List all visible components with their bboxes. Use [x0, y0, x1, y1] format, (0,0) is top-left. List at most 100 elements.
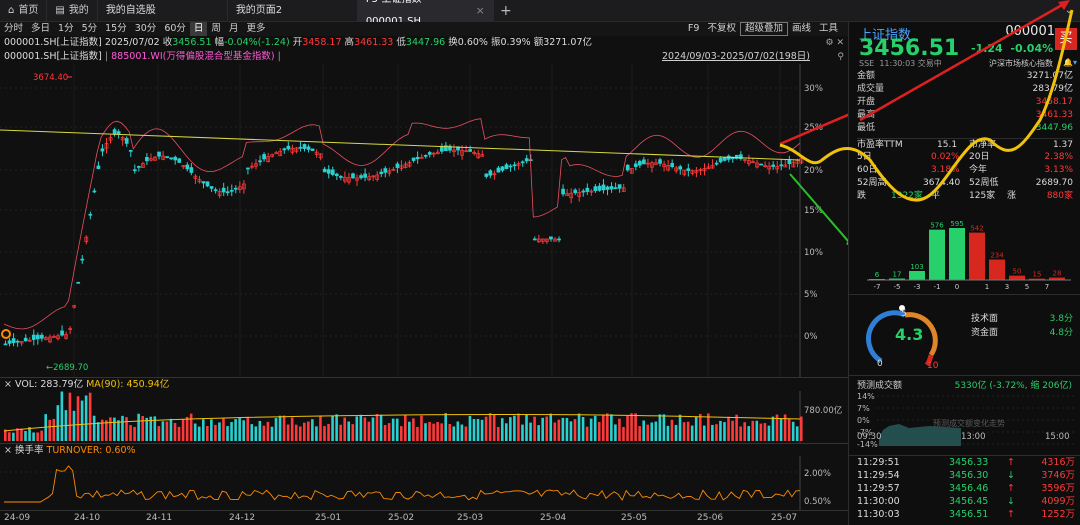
x-tick: 25-02 — [388, 513, 415, 523]
candle-body — [411, 157, 416, 161]
prediction-chart: 14%7%0%-7%-14%预测成交额变化走势 — [857, 392, 1077, 449]
candlestick-chart[interactable]: 30%25%20%15%10%5%0%3674.40←2689.70 — [0, 64, 848, 377]
overlay-button[interactable]: 超级叠加 — [739, 22, 788, 36]
tab-watchlist[interactable]: 我的自选股 — [98, 0, 228, 22]
volume-bar — [597, 421, 601, 441]
candle-body — [31, 334, 36, 340]
x-tick: 24-11 — [146, 513, 173, 523]
volume-bar — [258, 420, 262, 441]
period-30m[interactable]: 30分 — [131, 22, 161, 36]
zoom-icon[interactable]: ⚲ — [837, 50, 844, 64]
w52h-value: 3674.40 — [923, 178, 961, 188]
tab-sh-index[interactable]: F5-上证指数 000001.SH× — [357, 0, 494, 27]
buy-button[interactable]: 买 — [1055, 28, 1077, 50]
distribution-bucket: 0 — [955, 283, 959, 291]
exchange: SSE — [859, 59, 875, 68]
period-5m[interactable]: 5分 — [78, 22, 102, 36]
close-icon[interactable]: × — [476, 0, 485, 22]
candle-body — [112, 129, 117, 135]
f9-button[interactable]: F9 — [684, 22, 704, 36]
candle-body — [427, 152, 432, 155]
volume-bar — [464, 426, 468, 441]
volume-bar — [383, 425, 387, 441]
volume-bar — [294, 424, 298, 441]
candle-body — [221, 187, 226, 193]
up-count: 880家 — [1046, 191, 1073, 201]
add-tab-button[interactable]: + — [494, 0, 518, 21]
candle-body — [633, 163, 638, 167]
volume-bar — [440, 423, 443, 441]
settings-gear-icon[interactable]: ⚙ ✕ — [826, 36, 844, 50]
distribution-bucket: 3 — [1005, 283, 1009, 291]
period-week[interactable]: 周 — [207, 22, 225, 36]
pb-value: 1.37 — [1052, 140, 1073, 150]
period-multiday[interactable]: 多日 — [27, 22, 54, 36]
volume-bar — [113, 417, 116, 441]
candle-body — [286, 145, 291, 150]
volume-bar — [420, 415, 423, 441]
tools-button[interactable]: 工具 — [815, 22, 842, 36]
period-60m[interactable]: 60分 — [160, 22, 190, 36]
candle-body — [7, 340, 12, 344]
info-close: 3456.51 — [172, 37, 212, 48]
volume-bar — [80, 400, 84, 441]
candle-body — [573, 189, 578, 194]
candle-body — [173, 156, 178, 161]
volume-bar — [72, 410, 76, 441]
up-arrow-icon: ↑ — [1007, 509, 1015, 520]
overlay-index[interactable]: 885001.WI(万得偏股混合型基金指数) — [111, 51, 274, 62]
volume-bar — [678, 414, 682, 441]
volume-bar — [565, 417, 569, 441]
period-1m[interactable]: 1分 — [54, 22, 78, 36]
volume-bar — [226, 426, 229, 441]
date-range[interactable]: 2024/09/03-2025/07/02(198日) — [662, 50, 810, 64]
candle-body — [177, 158, 182, 163]
volume-bar — [32, 432, 35, 441]
quote-panel: 上证指数 000001 3456.51 -1.24 -0.04% 买 SSE 1… — [848, 22, 1080, 525]
tab-mine[interactable]: ▤ 我的 — [47, 0, 98, 22]
info-high: 3461.33 — [354, 37, 394, 48]
candle-body — [88, 213, 93, 216]
candle-body — [3, 343, 8, 346]
close-icon[interactable]: × — [4, 379, 12, 390]
volume-ma-label: MA(90): 450.94亿 — [86, 379, 170, 390]
candle-body — [169, 157, 174, 160]
volume-bar — [193, 423, 197, 441]
tab-home[interactable]: ⌂ 首页 — [0, 0, 48, 22]
d60-row: 60日 3.18% 今年 3.13% — [857, 164, 1073, 176]
close-icon[interactable]: × — [4, 445, 12, 456]
period-more[interactable]: 更多 — [242, 22, 269, 36]
change-pct: -0.04% — [1010, 42, 1054, 55]
volume-bar — [456, 421, 460, 441]
volume-bar — [173, 422, 177, 441]
volume-bar — [298, 426, 302, 441]
stat-label: 成交量 — [857, 84, 885, 94]
volume-bar — [145, 417, 149, 441]
candle-body — [229, 189, 234, 192]
chevron-down-icon[interactable]: ⌄ — [1058, 0, 1080, 21]
volume-bar — [201, 419, 205, 441]
candle-body — [201, 181, 206, 184]
bell-icon[interactable]: 🔔▾ — [1063, 58, 1077, 67]
d60-label: 60日 — [857, 165, 878, 175]
doc-icon: ▤ — [55, 5, 65, 16]
draw-button[interactable]: 画线 — [788, 22, 815, 36]
tab-page2[interactable]: 我的页面2 — [228, 0, 358, 22]
period-intraday[interactable]: 分时 — [0, 22, 27, 36]
up-arrow-icon: ↑ — [1007, 457, 1015, 468]
adjust-button[interactable]: 不复权 — [703, 22, 740, 36]
candle-body — [359, 175, 363, 179]
candle-body — [625, 164, 630, 171]
period-month[interactable]: 月 — [225, 22, 243, 36]
volume-bar — [96, 422, 100, 441]
stat-row: 成交量 283.79亿 — [857, 83, 1073, 95]
volume-bar — [230, 422, 233, 441]
candle-body — [658, 159, 662, 164]
volume-bar — [545, 416, 549, 441]
period-day[interactable]: 日 — [189, 22, 208, 36]
period-15m[interactable]: 15分 — [101, 22, 131, 36]
candle-body — [423, 155, 428, 157]
candle-body — [128, 150, 133, 152]
trade-time: 11:29:51 — [857, 457, 900, 468]
volume-bar — [359, 414, 363, 441]
